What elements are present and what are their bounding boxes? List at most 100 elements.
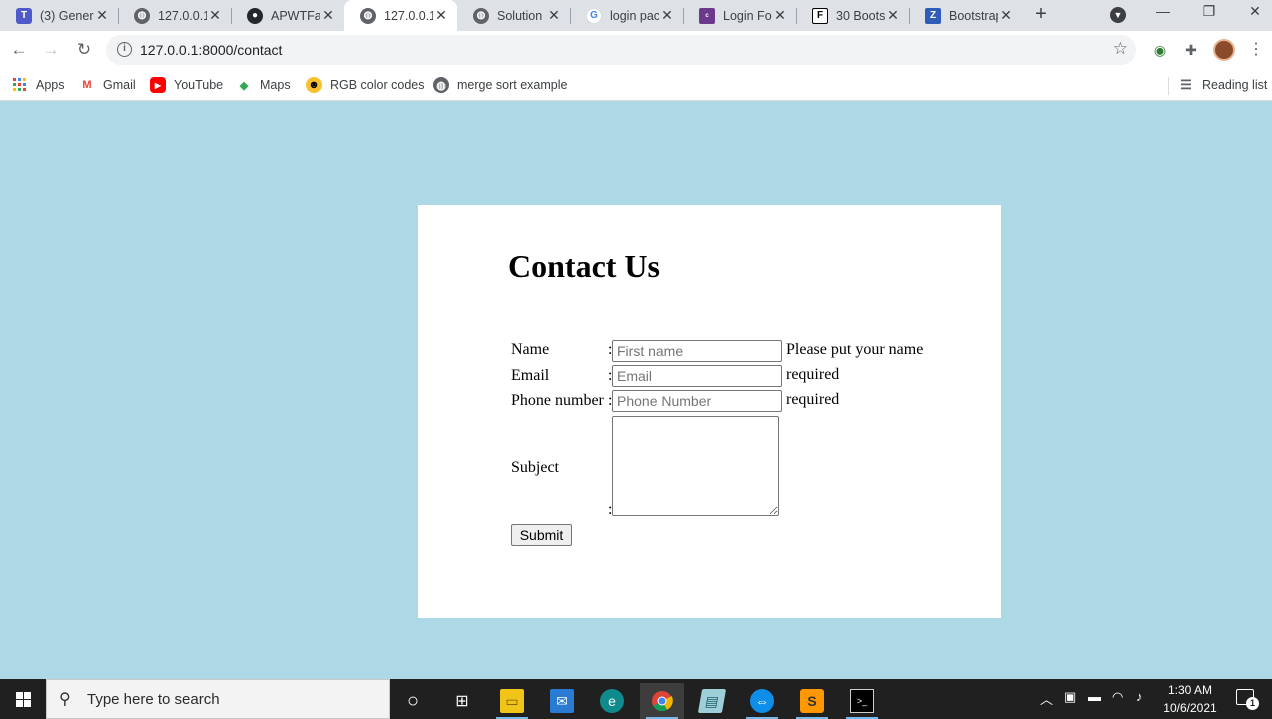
search-placeholder: Type here to search — [87, 690, 220, 708]
bookmark-youtube[interactable]: ▶ YouTube — [150, 75, 223, 95]
bookmark-maps[interactable]: ◆ Maps — [236, 75, 291, 95]
battery-icon[interactable]: ▬ — [1088, 689, 1101, 704]
edge-button[interactable]: e — [590, 683, 634, 719]
minimize-icon[interactable]: — — [1152, 3, 1174, 25]
google-icon: G — [586, 7, 602, 24]
close-icon[interactable]: ✕ — [546, 7, 562, 24]
windows-logo-icon — [15, 691, 31, 707]
teamviewer-button[interactable]: ⇔ — [740, 683, 784, 719]
close-icon[interactable]: ✕ — [659, 7, 675, 24]
gmail-icon: M — [82, 79, 92, 91]
tab-title: login pac — [610, 8, 659, 23]
maps-icon: ◆ — [239, 79, 249, 92]
bookmark-gmail[interactable]: M Gmail — [79, 75, 136, 95]
meet-now-icon[interactable]: ▣ — [1064, 689, 1076, 705]
clock-date: 10/6/2021 — [1163, 701, 1217, 715]
taskbar-search-box[interactable]: ⚲ Type here to search — [46, 679, 390, 719]
address-bar[interactable]: i 127.0.0.1:8000/contact ☆ — [106, 35, 1136, 65]
close-icon[interactable]: ✕ — [885, 7, 901, 24]
tab-title: 127.0.0.1 — [384, 8, 433, 23]
tab-teams[interactable]: T (3) Gener ✕ — [0, 0, 118, 31]
extensions-puzzle-icon[interactable]: ✚ — [1181, 40, 1201, 60]
chrome-button[interactable] — [640, 683, 684, 719]
folder-icon: ▭ — [500, 689, 524, 713]
mail-button[interactable]: ✉ — [540, 683, 584, 719]
show-hidden-icons-icon[interactable]: ︿ — [1040, 689, 1053, 708]
task-view-icon: ⊞ — [455, 693, 469, 710]
taskbar-clock[interactable]: 1:30 AM 10/6/2021 — [1160, 681, 1220, 717]
tab-localhost-active[interactable]: ◍ 127.0.0.1 ✕ — [344, 0, 457, 31]
bookmark-star-icon[interactable]: ☆ — [1113, 39, 1128, 59]
close-icon[interactable]: ✕ — [772, 7, 788, 24]
bookmark-label: Gmail — [103, 78, 136, 92]
phone-label: Phone number — [511, 392, 604, 409]
menu-kebab-icon[interactable]: ⋮ — [1248, 39, 1264, 61]
notepad-app-button[interactable]: ▤ — [690, 683, 734, 719]
window-close-icon[interactable]: ✕ — [1244, 3, 1266, 25]
tab-google[interactable]: G login pac ✕ — [570, 0, 683, 31]
browser-toolbar: ← → ↻ i 127.0.0.1:8000/contact ☆ ◉ ✚ ⋮ — [0, 31, 1272, 69]
site-info-icon[interactable]: i — [117, 42, 132, 57]
github-icon: ● — [247, 7, 263, 24]
extension-globe-icon[interactable]: ◉ — [1150, 40, 1170, 60]
tab-search-icon[interactable]: ▼ — [1110, 7, 1126, 23]
clock-time: 1:30 AM — [1167, 683, 1213, 697]
close-icon[interactable]: ✕ — [998, 7, 1014, 24]
email-input[interactable] — [612, 365, 782, 387]
email-label: Email — [511, 367, 550, 384]
bookmark-apps[interactable]: Apps — [12, 75, 65, 95]
url-text[interactable]: 127.0.0.1:8000/contact — [140, 42, 282, 58]
teamviewer-icon: ⇔ — [750, 689, 774, 713]
mail-icon: ✉ — [550, 689, 574, 713]
sublime-icon: S — [800, 689, 824, 713]
forward-icon[interactable]: → — [40, 39, 62, 61]
restore-icon[interactable]: ❐ — [1198, 3, 1220, 25]
terminal-button[interactable]: >_ — [840, 683, 884, 719]
file-explorer-button[interactable]: ▭ — [490, 683, 534, 719]
bookmark-label: merge sort example — [457, 78, 568, 92]
colorlib-icon: c — [699, 7, 715, 24]
close-icon[interactable]: ✕ — [320, 7, 336, 24]
tab-colorlib[interactable]: c Login For ✕ — [683, 0, 796, 31]
globe-icon: ◍ — [134, 7, 150, 24]
tab-title: (3) Gener — [40, 8, 94, 23]
tab-bootstrap-2[interactable]: Z Bootstrap ✕ — [909, 0, 1022, 31]
cortana-button[interactable]: ○ — [391, 683, 435, 719]
tab-localhost-1[interactable]: ◍ 127.0.0.1 ✕ — [118, 0, 231, 31]
phone-number-input[interactable] — [612, 390, 782, 412]
volume-icon[interactable]: ♪ — [1136, 689, 1143, 704]
bookmark-label: YouTube — [174, 78, 224, 92]
start-button[interactable] — [0, 679, 46, 719]
wifi-icon[interactable]: ◠ — [1112, 689, 1123, 705]
task-view-button[interactable]: ⊞ — [440, 683, 484, 719]
tab-github[interactable]: ● APWTFal ✕ — [231, 0, 344, 31]
subject-textarea[interactable] — [612, 416, 779, 516]
tab-title: 30 Boots — [836, 8, 885, 23]
notification-center-icon[interactable]: 1 — [1236, 689, 1259, 710]
sublime-text-button[interactable]: S — [790, 683, 834, 719]
subject-label: Subject — [511, 459, 559, 476]
submit-button[interactable]: Submit — [511, 524, 572, 546]
bookmark-label: Apps — [36, 78, 65, 92]
close-icon[interactable]: ✕ — [94, 7, 110, 24]
reading-list-button[interactable]: ☰ Reading list — [1178, 75, 1267, 95]
bookmark-rgb-color-codes[interactable]: ☻ RGB color codes — [306, 75, 424, 95]
first-name-input[interactable] — [612, 340, 782, 362]
bookmarks-bar: Apps M Gmail ▶ YouTube ◆ Maps ☻ RGB colo… — [0, 69, 1272, 101]
apps-grid-icon — [12, 77, 28, 93]
z-icon: Z — [925, 7, 941, 24]
close-icon[interactable]: ✕ — [207, 7, 223, 24]
notepad-icon: ▤ — [697, 689, 727, 713]
globe-icon: ◍ — [473, 7, 489, 24]
email-hint: required — [786, 366, 840, 383]
avatar[interactable] — [1213, 39, 1235, 61]
new-tab-button[interactable]: + — [1030, 4, 1052, 26]
tab-bootstrap-1[interactable]: F 30 Boots ✕ — [796, 0, 909, 31]
reading-list-label: Reading list — [1202, 78, 1268, 92]
bookmark-label: Maps — [260, 78, 291, 92]
bookmark-merge-sort-example[interactable]: ◍ merge sort example — [433, 75, 567, 95]
reload-icon[interactable]: ↻ — [73, 39, 95, 61]
back-icon[interactable]: ← — [8, 39, 30, 61]
tab-solution[interactable]: ◍ Solution ✕ — [457, 0, 570, 31]
close-icon[interactable]: ✕ — [433, 7, 449, 24]
